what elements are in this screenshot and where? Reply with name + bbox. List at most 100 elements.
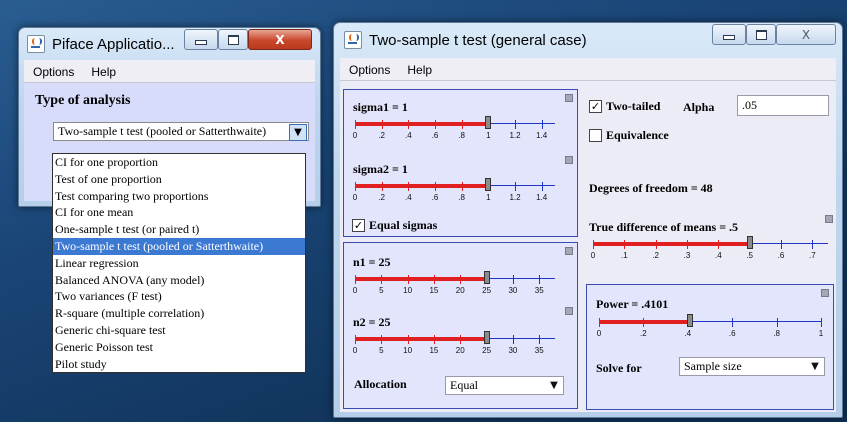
slider-tick xyxy=(460,275,462,284)
allocation-value: Equal xyxy=(450,378,478,392)
slider-tick-label: 0 xyxy=(352,286,358,295)
menu-help[interactable]: Help xyxy=(82,60,124,83)
true-difference-label: True difference of means = .5 xyxy=(589,220,739,234)
slider-tick-label: .6 xyxy=(777,251,785,260)
close-button[interactable]: X xyxy=(776,24,836,45)
panel-options-icon[interactable] xyxy=(565,156,573,164)
maximize-button[interactable] xyxy=(746,24,776,45)
close-button[interactable]: X xyxy=(248,29,312,50)
slider-tick xyxy=(407,335,409,344)
slider-tick xyxy=(593,240,594,249)
allocation-combo[interactable]: Equal ▼ xyxy=(445,376,564,395)
slider-thumb[interactable] xyxy=(746,236,753,249)
maximize-button[interactable] xyxy=(218,29,248,50)
java-icon xyxy=(344,31,362,49)
n1-slider[interactable]: 0 5 10 15 20 25 30 35 xyxy=(352,271,555,297)
analysis-type-value: Two-sample t test (pooled or Satterthwai… xyxy=(58,124,267,138)
window-title: Piface Applicatio... xyxy=(52,35,175,53)
dropdown-option[interactable]: Test of one proportion xyxy=(53,171,305,188)
slider-tick xyxy=(732,318,734,327)
slider-tick-label: .4 xyxy=(404,131,412,140)
slider-thumb[interactable] xyxy=(485,116,492,129)
degrees-of-freedom: Degrees of freedom = 48 xyxy=(589,181,713,195)
slider-tick-label: .1 xyxy=(620,251,628,260)
panel-options-icon[interactable] xyxy=(565,307,573,315)
menu-bar: Options Help xyxy=(24,60,315,83)
equivalence-checkbox[interactable]: Equivalence xyxy=(589,128,669,143)
window-title-bar[interactable]: Two-sample t test (general case) xyxy=(344,24,587,56)
analysis-type-dropdown-list[interactable]: CI for one proportion Test of one proport… xyxy=(52,153,306,374)
dropdown-option[interactable]: Linear regression xyxy=(53,255,305,272)
menu-options[interactable]: Options xyxy=(340,58,398,81)
alpha-input[interactable]: .05 xyxy=(737,95,829,116)
slider-tick-label: .8 xyxy=(773,329,780,338)
dropdown-option[interactable]: Generic chi-square test xyxy=(53,322,305,339)
slider-tick xyxy=(435,120,436,129)
panel-options-icon[interactable] xyxy=(825,215,833,223)
dropdown-option[interactable]: Balanced ANOVA (any model) xyxy=(53,272,305,289)
minimize-button[interactable] xyxy=(184,29,218,50)
sigma-panel: sigma1 = 1 0.2.4.6.8 1 1.2 1.4 sigma2 = 1 0… xyxy=(343,89,578,237)
true-difference-slider[interactable]: 0 .1 .2 .3 .4 .5 .6 .7 xyxy=(591,236,828,262)
power-slider[interactable]: 0 .2 .4 .6 .8 1 xyxy=(596,314,823,340)
sigma2-slider[interactable]: 0 .2 .4 .6 .8 1 1.2 1.4 xyxy=(353,178,555,204)
dropdown-option[interactable]: Two-sample t test (pooled or Satterthwai… xyxy=(53,237,305,255)
check-icon: ✓ xyxy=(589,100,602,113)
slider-tick-label: .5 xyxy=(746,251,753,260)
slider-tick xyxy=(512,335,514,344)
n2-label: n2 = 25 xyxy=(353,315,391,329)
panel-options-icon[interactable] xyxy=(565,94,573,102)
dropdown-arrow-icon[interactable]: ▼ xyxy=(289,124,307,141)
slider-tick-label: 15 xyxy=(429,286,439,295)
dropdown-option[interactable]: R-square (multiple correlation) xyxy=(53,305,305,322)
slider-tick xyxy=(381,182,383,191)
window-title: Two-sample t test (general case) xyxy=(369,31,587,49)
dropdown-option[interactable]: Test comparing two proportions xyxy=(53,188,305,205)
sigma2-label: sigma2 = 1 xyxy=(353,162,408,176)
menu-help[interactable]: Help xyxy=(398,58,440,81)
dropdown-option[interactable]: CI for one mean xyxy=(53,204,305,221)
slider-tick-label: .8 xyxy=(458,193,465,202)
slider-tick xyxy=(655,240,657,249)
dropdown-option[interactable]: Pilot study xyxy=(53,356,305,373)
slider-thumb[interactable] xyxy=(483,271,490,284)
slider-tick-label: 25 xyxy=(482,346,492,355)
slider-tick xyxy=(461,182,463,191)
alpha-label: Alpha xyxy=(683,100,715,114)
slider-tick-label: 1.2 xyxy=(509,193,521,202)
slider-thumb[interactable] xyxy=(483,331,490,344)
dropdown-option[interactable]: One-sample t test (or paired t) xyxy=(53,221,305,238)
dropdown-option[interactable]: CI for one proportion xyxy=(53,154,305,171)
dropdown-option[interactable]: Two variances (F test) xyxy=(53,288,305,305)
solve-for-combo[interactable]: Sample size ▼ xyxy=(679,357,825,376)
slider-tick-label: .2 xyxy=(378,193,385,202)
n2-slider[interactable]: 0 5 10 15 20 25 30 35 xyxy=(353,331,555,357)
two-tailed-checkbox[interactable]: ✓ Two-tailed xyxy=(589,99,660,114)
window-title-bar[interactable]: Piface Applicatio... xyxy=(27,28,175,60)
slider-thumb[interactable] xyxy=(485,178,492,191)
slider-fill xyxy=(599,320,691,324)
dropdown-option[interactable]: Generic Poisson test xyxy=(53,339,305,356)
slider-tick xyxy=(381,335,383,344)
slider-tick xyxy=(355,182,356,191)
slider-tick xyxy=(407,275,409,284)
analysis-type-combo[interactable]: Two-sample t test (pooled or Satterthwai… xyxy=(53,122,309,141)
menu-options[interactable]: Options xyxy=(24,60,82,83)
slider-tick-label: .2 xyxy=(378,131,385,140)
slider-thumb[interactable] xyxy=(687,314,694,327)
equal-sigmas-checkbox[interactable]: ✓ Equal sigmas xyxy=(352,218,437,233)
maximize-icon xyxy=(219,30,247,49)
menu-bar: Options Help xyxy=(340,58,836,81)
power-label: Power = .4101 xyxy=(596,297,669,311)
minimize-button[interactable] xyxy=(712,24,746,45)
slider-tick-label: 5 xyxy=(379,286,384,295)
check-icon: ✓ xyxy=(352,219,365,232)
slider-tick xyxy=(624,240,626,249)
chevron-down-icon: ▼ xyxy=(550,380,558,391)
slider-tick-label: 10 xyxy=(403,346,413,355)
panel-options-icon[interactable] xyxy=(565,247,573,255)
slider-tick-label: .6 xyxy=(431,193,439,202)
slider-tick-label: 0 xyxy=(596,329,602,338)
sigma1-slider[interactable]: 0 .2 .4 .6 .8 1 1.2 1.4 xyxy=(353,116,555,142)
panel-options-icon[interactable] xyxy=(821,289,829,297)
